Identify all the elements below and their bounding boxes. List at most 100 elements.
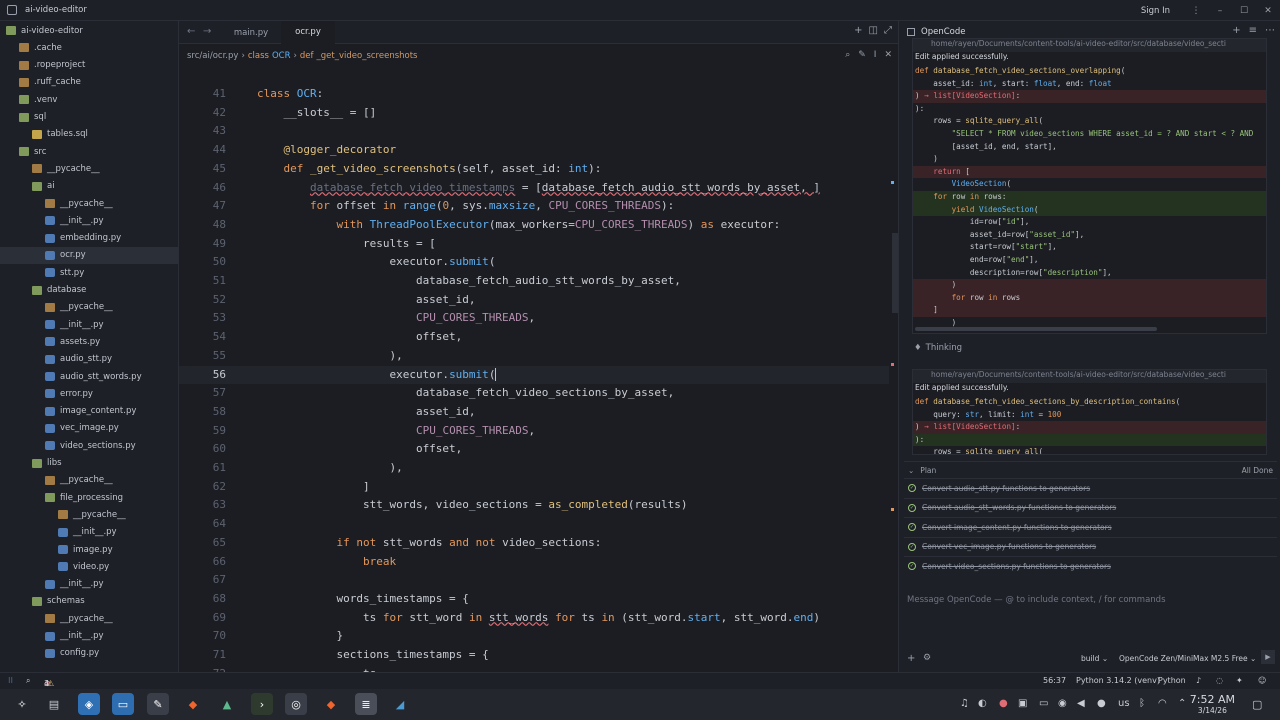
search-icon[interactable]: ⌕ <box>845 50 850 60</box>
panel-toggle-icon[interactable]: ⁝⁝ <box>8 676 13 685</box>
tree-item[interactable]: .ropeproject <box>0 57 178 74</box>
code-line[interactable]: 50 executor.submit( <box>179 253 889 272</box>
search-icon[interactable]: ⌕ <box>26 676 30 686</box>
media-icon[interactable]: ◉ <box>1058 698 1067 709</box>
code-area[interactable]: 41 class OCR: 42 __slots__ = [] 43 44 @logge… <box>179 87 889 680</box>
model-selector[interactable]: OpenCode Zen/MiniMax M2.5 Free ⌄ <box>1119 654 1256 663</box>
clipboard-icon[interactable]: ▣ <box>1018 698 1027 709</box>
store-icon[interactable]: ◈ <box>78 693 100 715</box>
steam-icon[interactable]: ◐ <box>978 698 987 709</box>
tree-item[interactable]: __pycache__ <box>0 472 178 489</box>
tree-item[interactable]: __pycache__ <box>0 610 178 627</box>
diff-scrollbar[interactable] <box>915 327 1157 331</box>
sparkle-icon[interactable]: ✦ <box>1236 676 1243 685</box>
sign-in-button[interactable]: Sign In <box>1141 6 1170 16</box>
settings-icon[interactable]: ⚙ <box>923 653 931 663</box>
cursor-position[interactable]: 56:37 <box>1043 676 1066 685</box>
maximize-pane-icon[interactable]: ⤢ <box>884 25 892 36</box>
interpreter[interactable]: Python 3.14.2 (venv) <box>1076 676 1160 685</box>
code-line[interactable]: 61 ), <box>179 459 889 478</box>
code-line[interactable]: 69 ts for stt_word in stt_words for ts i… <box>179 609 889 628</box>
code-line[interactable]: 53 CPU_CORES_THREADS, <box>179 309 889 328</box>
feedback-icon[interactable]: ☺ <box>1258 676 1266 685</box>
maximize-icon[interactable]: ☐ <box>1232 0 1256 21</box>
notification-icon[interactable]: ♪ <box>1196 676 1201 685</box>
cursor-icon[interactable]: I <box>874 50 877 60</box>
database-icon[interactable]: ≣ <box>355 693 377 715</box>
code-line[interactable]: 60 offset, <box>179 440 889 459</box>
volume-icon[interactable]: ◀ <box>1077 698 1085 709</box>
minimize-icon[interactable]: – <box>1208 0 1232 21</box>
menu-icon[interactable]: ≡ <box>1249 25 1257 36</box>
code-line[interactable]: 52 asset_id, <box>179 291 889 310</box>
tree-item[interactable]: config.py <box>0 645 178 662</box>
browser-icon[interactable]: ◆ <box>182 693 204 715</box>
send-button[interactable]: ▶ <box>1261 650 1275 664</box>
split-icon[interactable]: ◫ <box>869 25 878 36</box>
tree-item[interactable]: ai <box>0 178 178 195</box>
microphone-icon[interactable]: ● <box>1097 698 1106 709</box>
code-line[interactable]: 42 __slots__ = [] <box>179 104 889 123</box>
code-line[interactable]: 54 offset, <box>179 328 889 347</box>
tree-item[interactable]: __init__.py <box>0 628 178 645</box>
wifi-icon[interactable]: ◠ <box>1158 698 1167 709</box>
tree-item[interactable]: audio_stt_words.py <box>0 368 178 385</box>
tree-item[interactable]: __init__.py <box>0 316 178 333</box>
breadcrumb[interactable]: src/ai/ocr.py › class OCR › def _get_vid… <box>179 45 898 67</box>
tree-item[interactable]: __pycache__ <box>0 506 178 523</box>
code-line[interactable]: 62 ] <box>179 478 889 497</box>
files-icon[interactable]: ▭ <box>112 693 134 715</box>
tree-item[interactable]: embedding.py <box>0 230 178 247</box>
monitor-icon[interactable]: ▲ <box>216 693 238 715</box>
new-thread-icon[interactable]: + <box>1232 25 1240 36</box>
tree-item[interactable]: stt.py <box>0 264 178 281</box>
code-line[interactable]: 63 stt_words, video_sections = as_comple… <box>179 496 889 515</box>
thinking-toggle[interactable]: ♦ Thinking <box>914 343 962 353</box>
tree-item[interactable]: .ruff_cache <box>0 74 178 91</box>
code-line[interactable]: 68 words_timestamps = { <box>179 590 889 609</box>
clock[interactable]: 7:52 AM 3/14/26 <box>1190 693 1235 715</box>
tree-item[interactable]: __init__.py <box>0 212 178 229</box>
tree-item[interactable]: __pycache__ <box>0 160 178 177</box>
forward-arrow-icon[interactable]: → <box>203 26 211 37</box>
chat-icon[interactable]: ◌ <box>1216 676 1223 685</box>
close-icon[interactable]: ✕ <box>1256 0 1280 21</box>
obs-icon[interactable]: ◎ <box>285 693 307 715</box>
diff-file-path[interactable]: home/rayen/Documents/content-tools/ai-vi… <box>913 39 1266 52</box>
editor-scrollbar[interactable] <box>890 93 898 672</box>
code-line[interactable]: 49 results = [ <box>179 235 889 254</box>
diff-file-path[interactable]: home/rayen/Documents/content-tools/ai-vi… <box>913 370 1266 383</box>
tree-item[interactable]: image_content.py <box>0 403 178 420</box>
tab-ocr-py[interactable]: ocr.py <box>281 21 335 44</box>
tree-item[interactable]: vec_image.py <box>0 420 178 437</box>
code-line[interactable]: 55 ), <box>179 347 889 366</box>
tree-item[interactable]: ai-video-editor <box>0 22 178 39</box>
back-arrow-icon[interactable]: ← <box>187 26 195 37</box>
code-line[interactable]: 41 class OCR: <box>179 85 889 104</box>
tree-item[interactable]: database <box>0 282 178 299</box>
task-manager-icon[interactable]: ▤ <box>43 693 65 715</box>
code-line[interactable]: 64 <box>179 515 889 534</box>
bell-icon[interactable]: ♫ <box>960 698 969 709</box>
more-icon[interactable]: ⋯ <box>1265 25 1275 36</box>
browser-icon[interactable]: ◆ <box>320 693 342 715</box>
tree-item[interactable]: image.py <box>0 541 178 558</box>
code-line[interactable]: 44 @logger_decorator <box>179 141 889 160</box>
tree-item[interactable]: .cache <box>0 39 178 56</box>
tree-item[interactable]: tables.sql <box>0 126 178 143</box>
plan-item[interactable]: ✓ Convert audio_stt_words.py functions to… <box>904 497 1277 518</box>
tree-item[interactable]: assets.py <box>0 333 178 350</box>
code-line[interactable]: 51 database_fetch_audio_stt_words_by_ass… <box>179 272 889 291</box>
tree-item[interactable]: video.py <box>0 558 178 575</box>
tree-item[interactable]: schemas <box>0 593 178 610</box>
app-menu-icon[interactable] <box>7 5 17 15</box>
plan-item[interactable]: ✓ Convert vec_image.py functions to gener… <box>904 536 1277 557</box>
terminal-icon[interactable]: › <box>251 693 273 715</box>
breadcrumb-path[interactable]: src/ai/ocr.py <box>187 51 238 61</box>
code-line[interactable]: 46 database_fetch_video_timestamps = [da… <box>179 179 889 198</box>
code-line[interactable]: 70 } <box>179 627 889 646</box>
tree-item[interactable]: audio_stt.py <box>0 351 178 368</box>
breadcrumb-function[interactable]: _get_video_screenshots <box>317 51 418 61</box>
breadcrumb-class[interactable]: OCR <box>272 51 291 61</box>
bluetooth-icon[interactable]: ᛒ <box>1139 698 1145 709</box>
